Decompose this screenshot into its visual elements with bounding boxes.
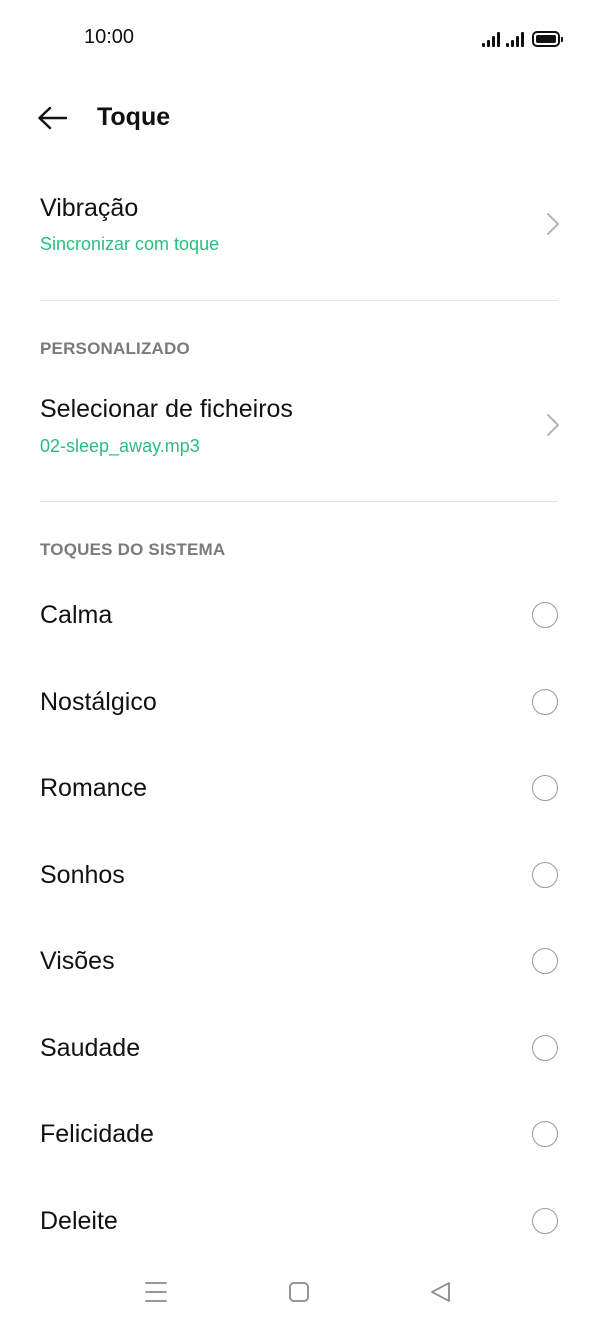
tone-label: Nostálgico bbox=[40, 687, 157, 716]
tone-label: Sonhos bbox=[40, 860, 125, 889]
tone-item[interactable]: Calma bbox=[0, 572, 598, 659]
tone-item[interactable]: Deleite bbox=[0, 1178, 598, 1265]
radio-button[interactable] bbox=[532, 602, 558, 628]
radio-button[interactable] bbox=[532, 948, 558, 974]
select-file-title: Selecionar de ficheiros bbox=[40, 395, 293, 423]
tone-label: Deleite bbox=[40, 1206, 118, 1235]
page-title: Toque bbox=[97, 103, 171, 131]
section-header-custom: PERSONALIZADO bbox=[40, 339, 190, 358]
section-header-system: TOQUES DO SISTEMA bbox=[40, 540, 226, 559]
select-file-row[interactable]: Selecionar de ficheiros 02-sleep_away.mp… bbox=[0, 380, 598, 480]
tone-item[interactable]: Nostálgico bbox=[0, 659, 598, 746]
chevron-right-icon bbox=[547, 414, 559, 436]
tone-label: Romance bbox=[40, 774, 147, 802]
vibration-row[interactable]: Vibração Sincronizar com toque bbox=[0, 180, 598, 280]
radio-button[interactable] bbox=[532, 775, 558, 801]
radio-button[interactable] bbox=[532, 1034, 558, 1061]
tone-label: Felicidade bbox=[40, 1120, 154, 1148]
radio-button[interactable] bbox=[532, 688, 558, 715]
tone-label: Visões bbox=[40, 947, 115, 975]
status-time: 10:00 bbox=[84, 26, 135, 48]
chevron-right-icon bbox=[547, 213, 559, 235]
radio-button[interactable] bbox=[532, 861, 558, 888]
divider bbox=[40, 501, 558, 502]
status-icons bbox=[482, 27, 563, 47]
tone-item[interactable]: Saudade bbox=[0, 1005, 598, 1092]
tone-item[interactable]: Visões bbox=[0, 918, 598, 1005]
radio-button[interactable] bbox=[532, 1121, 558, 1147]
tone-item[interactable]: Romance bbox=[0, 745, 598, 832]
divider bbox=[40, 300, 558, 301]
system-nav-bar bbox=[0, 1262, 598, 1330]
status-bar: 10:00 bbox=[0, 0, 598, 78]
selected-file-name: 02-sleep_away.mp3 bbox=[40, 436, 200, 456]
tone-item[interactable]: Sonhos bbox=[0, 832, 598, 919]
signal-icon bbox=[506, 31, 524, 47]
back-triangle-icon[interactable] bbox=[419, 1270, 463, 1314]
radio-button[interactable] bbox=[532, 1207, 558, 1234]
system-tones-list: Calma Nostálgico Romance Sonhos Visões S… bbox=[0, 572, 598, 1264]
vibration-title: Vibração bbox=[40, 194, 139, 222]
battery-icon bbox=[532, 31, 563, 47]
tone-label: Calma bbox=[40, 601, 113, 629]
home-icon[interactable] bbox=[277, 1270, 321, 1314]
tone-label: Saudade bbox=[40, 1033, 141, 1062]
arrow-left-icon[interactable] bbox=[36, 104, 68, 132]
tone-item[interactable]: Felicidade bbox=[0, 1091, 598, 1178]
menu-icon[interactable] bbox=[134, 1270, 178, 1314]
signal-icon bbox=[482, 31, 500, 47]
vibration-value: Sincronizar com toque bbox=[40, 234, 220, 254]
app-header: Toque bbox=[0, 90, 598, 146]
